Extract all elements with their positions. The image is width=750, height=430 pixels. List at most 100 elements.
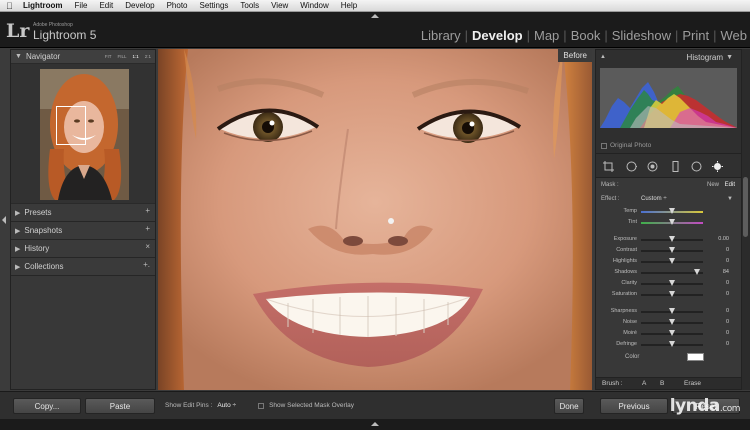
history-panel-header[interactable]: ▶ History × xyxy=(11,240,155,258)
slider-thumb[interactable] xyxy=(669,280,675,286)
collapse-triangle-icon[interactable]: ▼ xyxy=(15,53,22,60)
module-book[interactable]: Book xyxy=(568,28,604,43)
original-photo-checkbox[interactable] xyxy=(601,142,607,149)
left-panel-collapse-icon[interactable] xyxy=(2,216,6,224)
brush-a-button[interactable]: A xyxy=(642,380,646,387)
slider-value[interactable]: 0 xyxy=(726,258,729,264)
slider-thumb[interactable] xyxy=(693,269,700,275)
slider-label: Tint xyxy=(628,219,637,225)
done-button[interactable]: Done xyxy=(554,398,584,414)
slider-thumb[interactable] xyxy=(669,236,675,242)
navigator-preview[interactable] xyxy=(11,64,155,204)
zoom-1-1[interactable]: 1:1 xyxy=(132,54,138,59)
slider-thumb[interactable] xyxy=(669,219,675,225)
histogram-graph[interactable] xyxy=(600,68,737,128)
color-swatch[interactable] xyxy=(687,353,704,361)
slider-row-defringe: Defringe 0 xyxy=(596,339,741,350)
slider-thumb[interactable] xyxy=(669,208,675,214)
menu-tools[interactable]: Tools xyxy=(240,1,259,10)
add-preset-button[interactable]: + xyxy=(145,206,150,215)
menu-photo[interactable]: Photo xyxy=(167,1,188,10)
presets-panel-header[interactable]: ▶ Presets + xyxy=(11,204,155,222)
graduated-filter-icon[interactable] xyxy=(670,161,681,172)
portrait-photo xyxy=(158,49,592,390)
menu-lightroom[interactable]: Lightroom xyxy=(23,1,63,10)
expand-triangle-icon[interactable]: ▶ xyxy=(15,209,20,217)
slider-thumb[interactable] xyxy=(669,330,675,336)
copy-button[interactable]: Copy... xyxy=(13,398,81,414)
slider-value[interactable]: 0 xyxy=(726,341,729,347)
mask-overlay-checkbox[interactable] xyxy=(258,402,265,409)
module-library[interactable]: Library xyxy=(418,28,464,43)
adjustment-brush-icon[interactable] xyxy=(712,161,723,172)
zoom-fit[interactable]: FIT xyxy=(105,54,112,59)
adjustment-sliders: Temp Tint Exposure 0.00 Contrast 0 Highlights 0… xyxy=(596,206,741,350)
menu-window[interactable]: Window xyxy=(300,1,328,10)
menu-settings[interactable]: Settings xyxy=(200,1,229,10)
slider-value[interactable]: 0 xyxy=(726,330,729,336)
module-print[interactable]: Print xyxy=(679,28,712,43)
slider-value[interactable]: 0 xyxy=(726,319,729,325)
paste-button[interactable]: Paste xyxy=(85,398,155,414)
menu-view[interactable]: View xyxy=(271,1,288,10)
original-photo-toggle[interactable]: Original Photo xyxy=(601,142,651,149)
red-eye-icon[interactable] xyxy=(647,161,658,172)
add-collection-button[interactable]: +. xyxy=(143,260,150,269)
filmstrip-collapse-icon[interactable] xyxy=(371,422,379,426)
mask-new-button[interactable]: New xyxy=(707,182,719,188)
spot-removal-icon[interactable] xyxy=(626,161,637,172)
slider-value[interactable]: 0.00 xyxy=(718,236,729,242)
slider-row-tint: Tint xyxy=(596,217,741,228)
slider-thumb[interactable] xyxy=(669,247,675,253)
slider-value[interactable]: 0 xyxy=(726,291,729,297)
navigator-header[interactable]: ▼ Navigator FIT FILL 1:1 2:1 xyxy=(11,50,155,64)
slider-thumb[interactable] xyxy=(669,341,675,347)
right-panel-scrollbar[interactable] xyxy=(742,49,750,390)
collapse-triangle-icon[interactable]: ▼ xyxy=(726,54,733,61)
radial-filter-icon[interactable] xyxy=(691,161,702,172)
expand-triangle-icon[interactable]: ▶ xyxy=(15,227,20,235)
photo-canvas[interactable]: Before xyxy=(158,49,592,390)
brush-erase-button[interactable]: Erase xyxy=(684,380,701,387)
module-picker-bar: Lr Adobe Photoshop Lightroom 5 Library | … xyxy=(0,12,750,48)
module-map[interactable]: Map xyxy=(531,28,562,43)
add-snapshot-button[interactable]: + xyxy=(145,224,150,233)
previous-button[interactable]: Previous xyxy=(600,398,668,414)
slider-thumb[interactable] xyxy=(669,258,675,264)
apple-icon[interactable]:  xyxy=(6,1,15,11)
show-edit-pins-select[interactable]: Auto ÷ xyxy=(217,402,236,409)
slider-thumb[interactable] xyxy=(669,308,675,314)
menu-develop[interactable]: Develop xyxy=(125,1,154,10)
zoom-2-1[interactable]: 2:1 xyxy=(145,54,151,59)
snapshots-panel-header[interactable]: ▶ Snapshots + xyxy=(11,222,155,240)
module-develop[interactable]: Develop xyxy=(469,28,526,43)
show-edit-pins-label: Show Edit Pins : xyxy=(165,402,213,409)
collections-panel-header[interactable]: ▶ Collections +. xyxy=(11,258,155,276)
slider-thumb[interactable] xyxy=(669,319,675,325)
module-slideshow[interactable]: Slideshow xyxy=(609,28,674,43)
expand-triangle-icon[interactable]: ▶ xyxy=(15,245,20,253)
top-panel-collapse-icon[interactable] xyxy=(371,14,379,18)
slider-thumb[interactable] xyxy=(669,291,675,297)
navigator-view-box[interactable] xyxy=(56,106,86,145)
expand-triangle-icon[interactable]: ▶ xyxy=(15,263,20,271)
menu-edit[interactable]: Edit xyxy=(99,1,113,10)
scrollbar-thumb[interactable] xyxy=(743,177,748,237)
collapse-triangle-icon[interactable]: ▲ xyxy=(600,54,606,60)
effect-preset-select[interactable]: Custom ÷ xyxy=(641,196,667,202)
mask-edit-button[interactable]: Edit xyxy=(725,182,735,188)
slider-value[interactable]: 0 xyxy=(726,247,729,253)
histogram-header[interactable]: ▲ Histogram ▼ xyxy=(596,50,741,64)
brush-b-button[interactable]: B xyxy=(660,380,664,387)
slider-value[interactable]: 84 xyxy=(723,269,729,275)
clear-history-button[interactable]: × xyxy=(145,242,150,251)
lightroom-window:  Lightroom File Edit Develop Photo Sett… xyxy=(0,0,750,430)
slider-value[interactable]: 0 xyxy=(726,280,729,286)
crop-icon[interactable] xyxy=(603,161,614,172)
collapse-triangle-icon[interactable]: ▼ xyxy=(727,196,733,202)
menu-help[interactable]: Help xyxy=(341,1,357,10)
menu-file[interactable]: File xyxy=(75,1,88,10)
module-web[interactable]: Web xyxy=(718,28,750,43)
zoom-fill[interactable]: FILL xyxy=(117,54,126,59)
slider-value[interactable]: 0 xyxy=(726,308,729,314)
